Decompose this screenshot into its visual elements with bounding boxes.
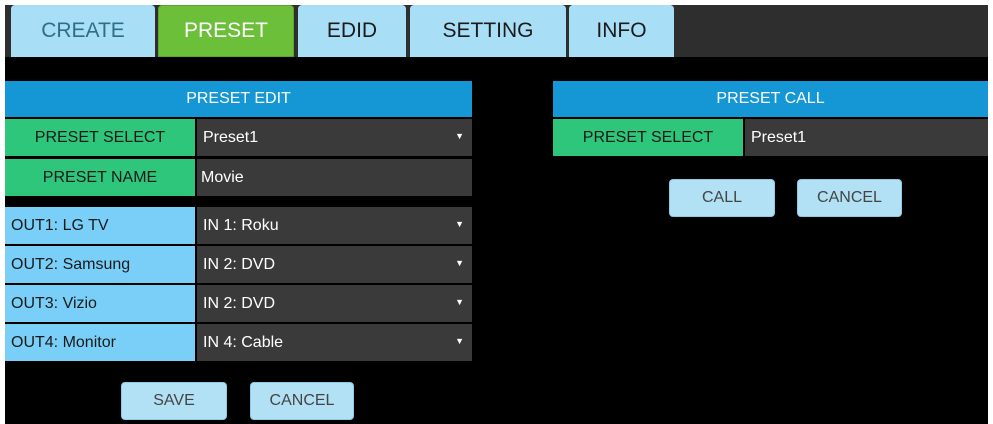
caret-down-icon: ▼ <box>455 219 464 229</box>
call-preset-select-label: PRESET SELECT <box>553 119 743 156</box>
call-button[interactable]: CALL <box>669 179 775 217</box>
output-label-2: OUT2: Samsung <box>5 246 195 283</box>
call-cancel-button[interactable]: CANCEL <box>797 179 902 217</box>
output-select-4[interactable]: IN 4: Cable ▼ <box>197 324 472 361</box>
tab-edid[interactable]: EDID <box>298 5 406 57</box>
caret-down-icon: ▼ <box>455 297 464 307</box>
caret-down-icon: ▼ <box>455 258 464 268</box>
call-preset-select-row: PRESET SELECT Preset1 <box>553 119 988 156</box>
caret-down-icon: ▼ <box>455 336 464 346</box>
output-row-3: OUT3: Vizio IN 2: DVD ▼ <box>5 285 472 322</box>
preset-name-input[interactable]: Movie <box>197 159 472 196</box>
output-value-3: IN 2: DVD <box>203 294 276 312</box>
output-value-1: IN 1: Roku <box>203 216 279 234</box>
save-button[interactable]: SAVE <box>121 382 227 420</box>
call-preset-select-value: Preset1 <box>751 128 807 146</box>
output-label-1: OUT1: LG TV <box>5 207 195 244</box>
output-row-1: OUT1: LG TV IN 1: Roku ▼ <box>5 207 472 244</box>
preset-name-label: PRESET NAME <box>5 159 195 196</box>
output-row-4: OUT4: Monitor IN 4: Cable ▼ <box>5 324 472 361</box>
output-select-2[interactable]: IN 2: DVD ▼ <box>197 246 472 283</box>
tab-bar: CREATE PRESET EDID SETTING INFO <box>5 5 988 57</box>
preset-select-value: Preset1 <box>203 128 259 146</box>
tab-info[interactable]: INFO <box>569 5 674 57</box>
preset-select-dropdown[interactable]: Preset1 ▼ <box>197 119 472 156</box>
call-preset-select-dropdown[interactable]: Preset1 <box>745 119 988 156</box>
caret-down-icon: ▼ <box>455 131 464 141</box>
preset-edit-header: PRESET EDIT <box>5 81 472 117</box>
output-value-2: IN 2: DVD <box>203 255 276 273</box>
output-select-3[interactable]: IN 2: DVD ▼ <box>197 285 472 322</box>
preset-name-row: PRESET NAME Movie <box>5 159 472 196</box>
tab-setting[interactable]: SETTING <box>410 5 566 57</box>
edit-cancel-button[interactable]: CANCEL <box>250 382 354 420</box>
tab-preset[interactable]: PRESET <box>158 5 294 57</box>
output-row-2: OUT2: Samsung IN 2: DVD ▼ <box>5 246 472 283</box>
preset-call-header: PRESET CALL <box>553 81 988 117</box>
output-value-4: IN 4: Cable <box>203 333 284 351</box>
preset-select-row: PRESET SELECT Preset1 ▼ <box>5 119 472 156</box>
output-label-3: OUT3: Vizio <box>5 285 195 322</box>
tab-create[interactable]: CREATE <box>11 5 155 57</box>
output-select-1[interactable]: IN 1: Roku ▼ <box>197 207 472 244</box>
app-window: CREATE PRESET EDID SETTING INFO PRESET E… <box>5 5 988 424</box>
preset-select-label: PRESET SELECT <box>5 119 195 156</box>
output-label-4: OUT4: Monitor <box>5 324 195 361</box>
